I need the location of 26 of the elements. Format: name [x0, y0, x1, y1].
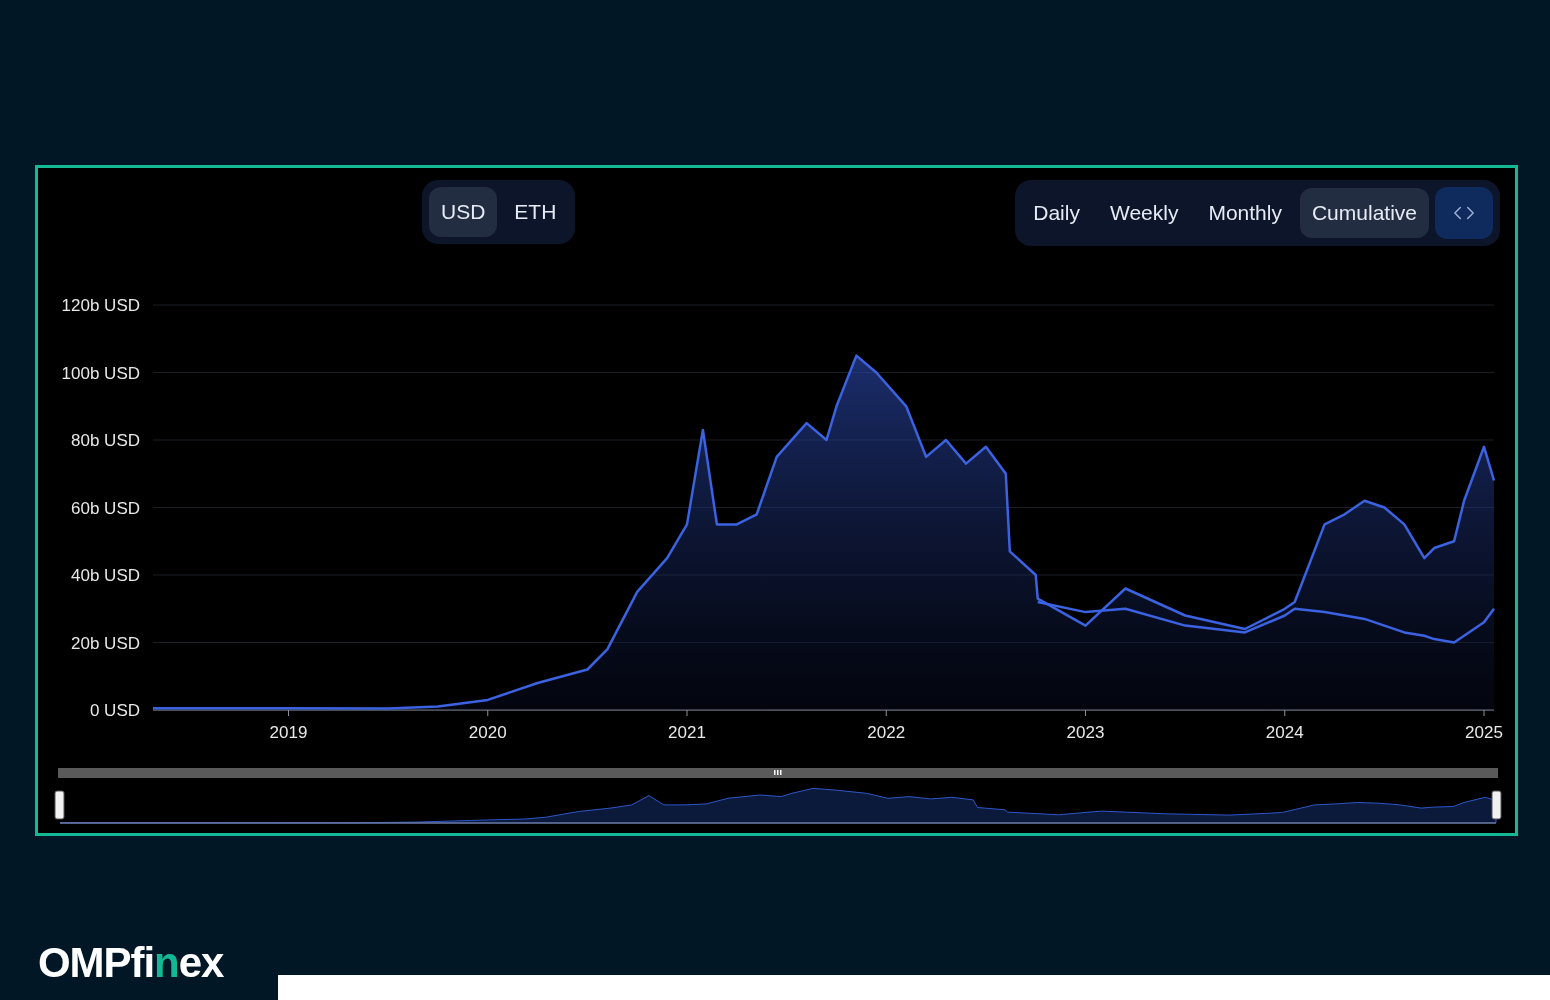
y-axis-label: 20b USD [71, 633, 140, 653]
x-axis-label: 2024 [1265, 723, 1304, 742]
y-axis-label: 100b USD [61, 363, 140, 383]
currency-tab[interactable]: ETH [502, 187, 569, 237]
brand-logo: OMPfinex [38, 942, 224, 984]
x-axis-label: 2021 [668, 723, 706, 742]
currency-tab[interactable]: USD [429, 187, 498, 237]
navigator-handle[interactable] [1491, 790, 1502, 820]
y-axis-label: 120b USD [61, 296, 140, 315]
x-axis-label: 2023 [1066, 723, 1105, 742]
y-axis-label: 60b USD [71, 498, 140, 518]
y-axis-label: 0 USD [89, 701, 140, 720]
period-tab[interactable]: Monthly [1196, 188, 1294, 238]
grip-icon [774, 770, 782, 775]
x-axis-label: 2020 [468, 723, 507, 742]
y-axis-label: 80b USD [71, 431, 140, 450]
embed-button[interactable] [1435, 187, 1493, 239]
navigator-handle[interactable] [54, 790, 65, 820]
x-axis-label: 2019 [269, 723, 308, 742]
navigator-scrollbar[interactable] [58, 768, 1498, 778]
y-axis-label: 40b USD [71, 566, 140, 585]
period-tab[interactable]: Weekly [1097, 188, 1191, 238]
x-axis-label: 2025 [1465, 723, 1503, 742]
x-axis-label: 2022 [867, 723, 906, 742]
period-tab[interactable]: Daily [1021, 188, 1092, 238]
period-tab[interactable]: Cumulative [1299, 188, 1429, 238]
